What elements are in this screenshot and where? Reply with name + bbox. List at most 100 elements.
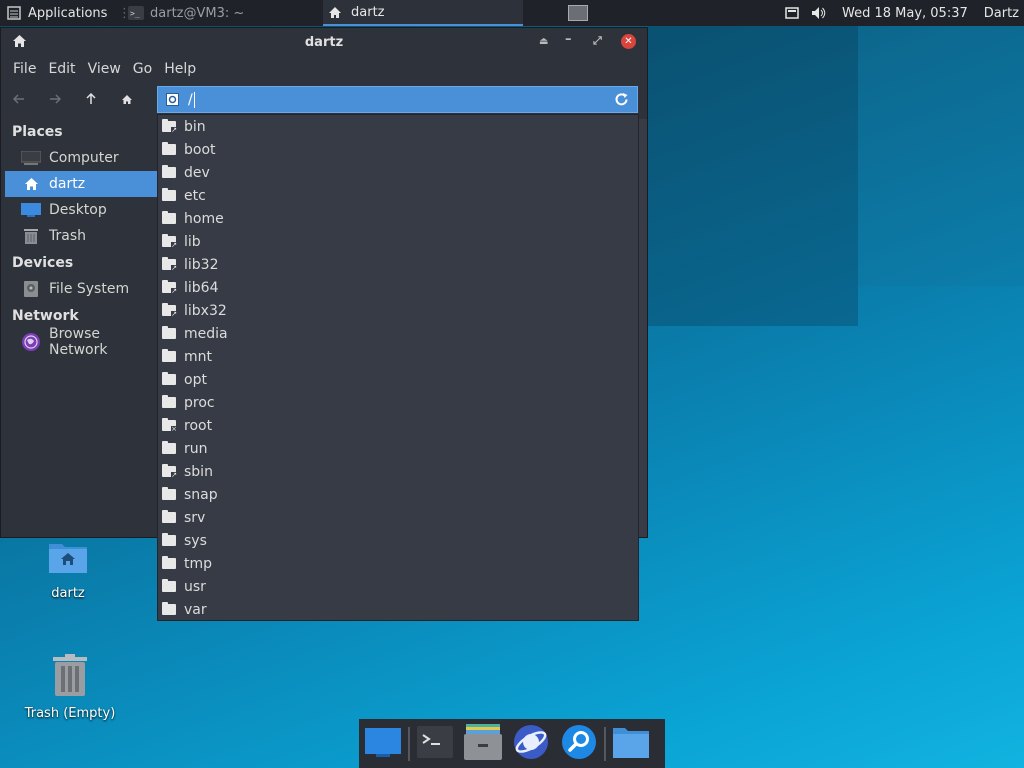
sidebar-item-computer[interactable]: Computer (1, 145, 157, 171)
sidebar-item-dartz[interactable]: dartz (5, 171, 157, 197)
dropdown-item-etc[interactable]: etc (158, 184, 638, 207)
menu-view[interactable]: View (82, 61, 127, 77)
menu-bar: File Edit View Go Help (1, 56, 647, 82)
dropdown-item-label: run (184, 440, 208, 457)
folder-link-icon: ↗ (162, 119, 177, 134)
dropdown-item-lib64[interactable]: ↗ lib64 (158, 276, 638, 299)
dropdown-item-run[interactable]: run (158, 437, 638, 460)
folder-link-icon: ↗ (162, 303, 177, 318)
dropdown-item-label: lib (184, 233, 201, 250)
dropdown-item-lib32[interactable]: ↗ lib32 (158, 253, 638, 276)
menu-file[interactable]: File (7, 61, 42, 77)
shade-button[interactable]: ⏏ (539, 36, 548, 47)
dropdown-item-label: boot (184, 141, 216, 158)
sidebar-item-file-system[interactable]: File System (1, 276, 157, 302)
computer-icon (21, 149, 41, 167)
forward-button[interactable] (37, 84, 73, 114)
close-button[interactable]: ✕ (621, 34, 636, 49)
dropdown-item-lib[interactable]: ↗ lib (158, 230, 638, 253)
dropdown-item-var[interactable]: var (158, 598, 638, 621)
dock-home-folder[interactable] (607, 721, 655, 767)
folder-icon (162, 533, 176, 546)
menu-edit[interactable]: Edit (42, 61, 81, 77)
dropdown-item-root[interactable]: × root (158, 414, 638, 437)
workspace-switcher[interactable] (523, 0, 633, 26)
user-menu[interactable]: Dartz (976, 0, 1024, 26)
dock-separator (604, 726, 606, 761)
dropdown-item-mnt[interactable]: mnt (158, 345, 638, 368)
dropdown-item-label: media (184, 325, 228, 342)
network-tray-icon[interactable] (778, 0, 806, 26)
dropdown-item-boot[interactable]: boot (158, 138, 638, 161)
title-bar[interactable]: dartz ⏏ – ⤢ ✕ (1, 28, 647, 56)
top-panel: Applications ⋮ >_ dartz@VM3: ~ dartz Wed… (0, 0, 1024, 26)
dropdown-item-opt[interactable]: opt (158, 368, 638, 391)
dock-web-browser[interactable] (507, 721, 555, 767)
dock-app-finder[interactable] (555, 721, 603, 767)
sidebar-item-label: Desktop (49, 202, 107, 218)
sidebar-item-label: File System (49, 281, 130, 297)
clock[interactable]: Wed 18 May, 05:37 (832, 0, 976, 26)
menu-go[interactable]: Go (127, 61, 158, 77)
sidebar-item-desktop[interactable]: Desktop (1, 197, 157, 223)
up-button[interactable] (73, 84, 109, 114)
sidebar-item-trash[interactable]: Trash (1, 223, 157, 249)
minimize-button[interactable]: – (565, 32, 572, 47)
browser-icon (513, 724, 549, 764)
desktop-icon (364, 726, 402, 762)
back-button[interactable] (1, 84, 37, 114)
dock-terminal[interactable] (411, 721, 459, 767)
dropdown-item-tmp[interactable]: tmp (158, 552, 638, 575)
folder-icon (162, 326, 176, 339)
location-entry[interactable]: / (157, 86, 638, 113)
folder-icon (162, 349, 176, 362)
task-file-manager[interactable]: dartz (323, 0, 523, 26)
desktop-icon-label: Trash (Empty) (24, 706, 116, 721)
folder-icon (162, 211, 176, 224)
dropdown-item-usr[interactable]: usr (158, 575, 638, 598)
workspace-icon (568, 5, 588, 21)
dropdown-item-dev[interactable]: dev (158, 161, 638, 184)
applications-menu[interactable]: Applications (0, 0, 118, 26)
terminal-icon (417, 725, 453, 762)
dropdown-item-label: bin (184, 118, 206, 135)
folder-icon (162, 602, 176, 615)
dropdown-item-media[interactable]: media (158, 322, 638, 345)
network-globe-icon (21, 333, 41, 351)
folder-icon (162, 165, 176, 178)
dropdown-item-srv[interactable]: srv (158, 506, 638, 529)
menu-help[interactable]: Help (158, 61, 202, 77)
dropdown-item-label: opt (184, 371, 207, 388)
dock-show-desktop[interactable] (359, 721, 407, 767)
dock-file-manager[interactable] (459, 721, 507, 767)
trash-icon (21, 227, 41, 245)
folder-locked-icon: × (162, 418, 177, 433)
dropdown-item-label: var (184, 601, 207, 618)
folder-icon (162, 510, 176, 523)
dropdown-item-home[interactable]: home (158, 207, 638, 230)
sidebar-item-label: Computer (49, 150, 119, 166)
task-terminal[interactable]: >_ dartz@VM3: ~ (128, 0, 323, 26)
folder-link-icon: ↗ (162, 464, 177, 479)
dropdown-item-sys[interactable]: sys (158, 529, 638, 552)
task-label: dartz (351, 4, 385, 20)
drive-icon (21, 280, 41, 298)
dropdown-item-bin[interactable]: ↗ bin (158, 115, 638, 138)
home-button[interactable] (109, 84, 145, 114)
reload-icon[interactable] (614, 92, 629, 111)
dropdown-item-proc[interactable]: proc (158, 391, 638, 414)
desktop-bg-panel (858, 26, 1024, 286)
panel-separator: ⋮ (118, 5, 131, 21)
location-input-value[interactable]: / (188, 91, 195, 108)
desktop-icon-trash[interactable]: Trash (Empty) (20, 654, 120, 721)
dropdown-item-sbin[interactable]: ↗ sbin (158, 460, 638, 483)
location-drive-icon (166, 93, 179, 106)
sidebar-item-browse-network[interactable]: Browse Network (1, 326, 157, 358)
desktop-icon-home[interactable]: dartz (18, 540, 118, 601)
folder-icon (612, 725, 650, 763)
dropdown-item-snap[interactable]: snap (158, 483, 638, 506)
dropdown-item-libx32[interactable]: ↗ libx32 (158, 299, 638, 322)
volume-icon[interactable] (806, 0, 832, 26)
desktop-icon (21, 201, 41, 219)
maximize-button[interactable]: ⤢ (593, 34, 602, 48)
